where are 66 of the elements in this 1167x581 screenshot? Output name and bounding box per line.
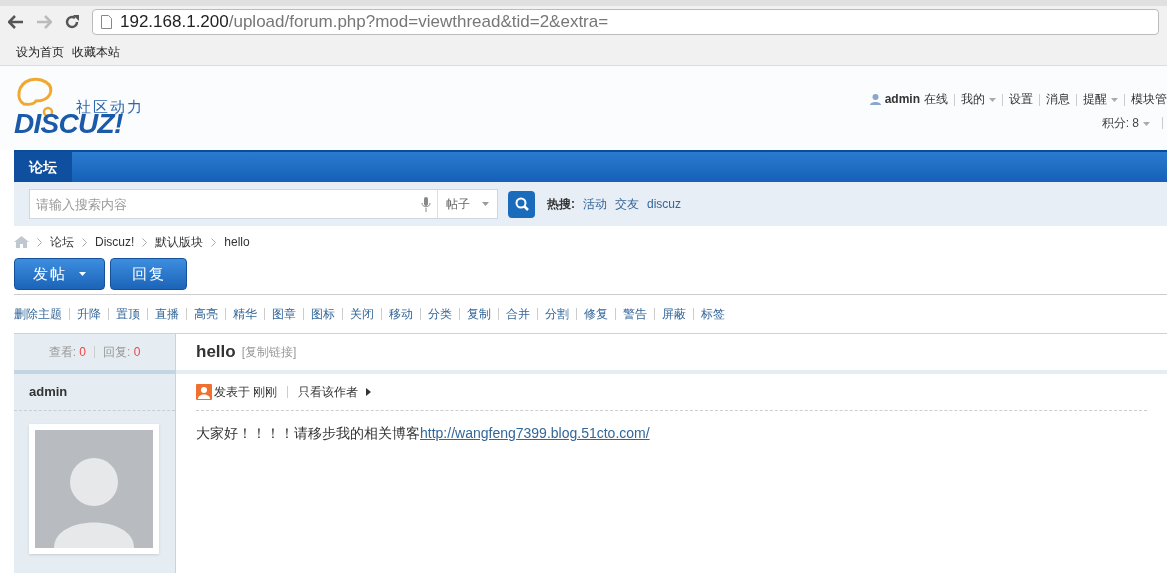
hot-search-label: 热搜: [547, 196, 575, 213]
moderation-link[interactable]: 图章 [272, 305, 296, 323]
moderation-link[interactable]: 升降 [77, 305, 101, 323]
chevron-icon [37, 237, 42, 247]
chevron-icon [82, 237, 87, 247]
reply-button[interactable]: 回复 [110, 258, 187, 290]
moderation-link[interactable]: 关闭 [350, 305, 374, 323]
breadcrumb-link[interactable]: hello [224, 233, 250, 251]
hot-search-link[interactable]: discuz [647, 195, 681, 213]
thread-title: hello [196, 341, 236, 364]
microphone-icon[interactable] [421, 196, 431, 212]
search-icon [514, 197, 529, 211]
reload-icon[interactable] [64, 14, 80, 30]
chevron-icon [211, 237, 217, 247]
moderation-link[interactable]: 标签 [701, 305, 725, 323]
moderation-link[interactable]: 合并 [506, 305, 530, 323]
moderation-link[interactable]: 直播 [155, 305, 179, 323]
moderation-link[interactable]: 置顶 [116, 305, 140, 323]
user-icon [196, 384, 212, 400]
moderation-link[interactable]: 分割 [545, 305, 569, 323]
search-field[interactable]: 请输入搜索内容 帖子 [29, 189, 498, 219]
back-icon[interactable] [8, 15, 24, 29]
post-body: 大家好！！！！请移步我的相关博客http://wangfeng7399.blog.51cto.com/ [195, 424, 651, 443]
moderation-link[interactable]: 图标 [311, 305, 335, 323]
address-bar[interactable]: 192.168.1.200/upload/forum.php?mod=viewthread&tid=2&extra= [92, 9, 1159, 35]
user-menu-link[interactable]: 消息 [1046, 90, 1070, 108]
search-scope-select[interactable]: 帖子 [437, 190, 497, 218]
moderation-link[interactable]: 精华 [233, 305, 257, 323]
caret-icon [482, 202, 489, 206]
moderation-link[interactable]: 修复 [584, 305, 608, 323]
thread-stat: 查看: 0 [48, 344, 86, 361]
moderation-link[interactable]: 复制 [467, 305, 491, 323]
page-icon [101, 15, 112, 29]
discuz-logo[interactable]: 社区动力 DISCUZ! [14, 66, 154, 150]
hot-search-link[interactable]: 交友 [615, 195, 639, 213]
breadcrumb-link[interactable]: 默认版块 [155, 233, 204, 251]
post-button[interactable]: 发帖 [14, 258, 105, 290]
moderation-link[interactable]: 分类 [428, 305, 452, 323]
bookmark-link[interactable]: 设为首页 [16, 42, 64, 61]
moderation-link[interactable]: 警告 [623, 305, 647, 323]
hot-search-link[interactable]: 活动 [583, 195, 607, 213]
moderation-link[interactable]: 移动 [389, 305, 413, 323]
author-name-link[interactable]: admin [29, 382, 68, 402]
user-menu-link[interactable]: 设置 [1009, 90, 1033, 108]
user-menu-link[interactable]: 提醒 [1083, 90, 1118, 108]
thread-stat: 回复: 0 [103, 344, 141, 361]
bookmark-link[interactable]: 收藏本站 [72, 42, 120, 61]
user-icon [869, 93, 881, 105]
user-menu-link[interactable]: 我的 [961, 90, 996, 108]
credits-link[interactable]: 积分: 8 [1101, 114, 1150, 132]
post-link[interactable]: http://wangfeng7399.blog.51cto.com/ [420, 425, 650, 441]
chevron-icon [142, 237, 148, 247]
moderation-link[interactable]: 删除主题 [14, 305, 62, 323]
caret-icon [1143, 121, 1150, 126]
breadcrumb-link[interactable]: Discuz! [95, 233, 135, 251]
triangle-icon [366, 388, 372, 396]
search-button[interactable] [508, 190, 535, 218]
nav-tab[interactable]: 论坛 [14, 152, 72, 182]
user-name-link[interactable]: admin [884, 90, 920, 108]
online-status: 在线 [924, 91, 948, 108]
only-author-link[interactable]: 只看该作者 [298, 383, 372, 401]
user-menu-link[interactable]: 模块管 [1131, 90, 1167, 108]
moderation-link[interactable]: 屏蔽 [662, 305, 686, 323]
post-time: 发表于 刚刚 [214, 384, 278, 401]
moderation-link[interactable]: 高亮 [194, 305, 218, 323]
breadcrumb-link[interactable]: 论坛 [50, 233, 74, 251]
